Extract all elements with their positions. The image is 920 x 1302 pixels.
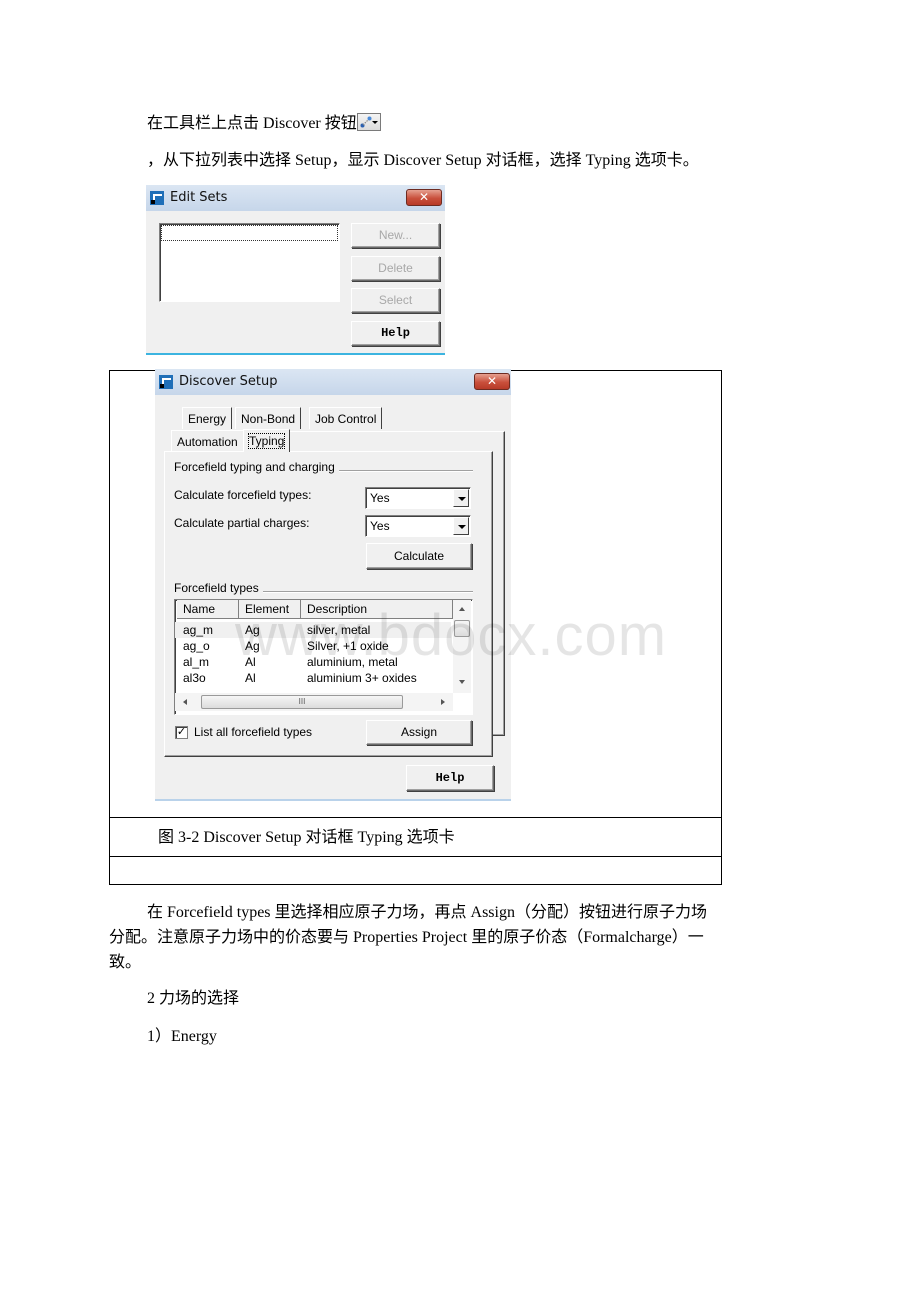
horizontal-scrollbar[interactable]: III: [175, 693, 453, 711]
table-row[interactable]: al_m Al aluminium, metal: [175, 654, 451, 670]
subsection-heading: 1）Energy: [147, 1028, 217, 1045]
edit-sets-dialog: Edit Sets ✕ New... Delete Select Help: [146, 185, 445, 355]
table-row-partial: [175, 686, 451, 691]
tab-energy[interactable]: Energy: [182, 407, 233, 429]
delete-button[interactable]: Delete: [351, 256, 440, 281]
section-heading: 2 力场的选择: [147, 990, 240, 1007]
discover-setup-title: Discover Setup: [179, 374, 278, 389]
chevron-down-icon[interactable]: [453, 517, 469, 535]
column-header-name[interactable]: Name: [177, 600, 239, 619]
body-paragraph-line-2: 分配。注意原子力场中的价态要与 Properties Project 里的原子价…: [109, 929, 704, 946]
chevron-down-icon: [371, 121, 378, 124]
discover-setup-titlebar: Discover Setup ✕: [155, 369, 511, 395]
list-all-checkbox[interactable]: ✓: [175, 726, 188, 739]
calc-charges-value: Yes: [370, 519, 390, 533]
assign-button[interactable]: Assign: [366, 720, 472, 745]
instruction-line-2: ，从下拉列表中选择 Setup，显示 Discover Setup 对话框，选择…: [147, 152, 699, 169]
calc-charges-label: Calculate partial charges:: [174, 516, 310, 530]
calc-charges-select[interactable]: Yes: [365, 515, 471, 537]
forcefield-types-list[interactable]: Name Element Description ag_m Ag silver,…: [174, 599, 473, 715]
list-all-label: List all forcefield types: [194, 725, 313, 739]
app-icon: [150, 191, 164, 205]
close-icon: ✕: [418, 190, 430, 204]
column-header-description[interactable]: Description: [301, 600, 453, 619]
focus-item: [161, 225, 338, 241]
edit-sets-title: Edit Sets: [170, 190, 228, 205]
select-button[interactable]: Select: [351, 288, 440, 313]
tab-non-bond[interactable]: Non-Bond: [235, 407, 302, 429]
help-button[interactable]: Help: [406, 765, 494, 791]
calculate-button[interactable]: Calculate: [366, 543, 472, 569]
table-divider: [110, 817, 721, 818]
scrollbar-thumb[interactable]: [454, 620, 470, 637]
scroll-up-icon[interactable]: [459, 607, 465, 611]
help-button[interactable]: Help: [351, 321, 440, 346]
close-button[interactable]: ✕: [474, 373, 510, 390]
table-row[interactable]: ag_m Ag silver, metal: [175, 622, 451, 638]
discover-toolbar-icon: [360, 116, 372, 128]
instruction-text-1: 在工具栏上点击 Discover 按钮: [147, 115, 357, 132]
table-row[interactable]: ag_o Ag Silver, +1 oxide: [175, 638, 451, 654]
body-paragraph-line-1: 在 Forcefield types 里选择相应原子力场，再点 Assign（分…: [147, 904, 707, 921]
scroll-left-icon[interactable]: [183, 699, 187, 705]
discover-setup-dialog: Discover Setup ✕ Energy Non-Bond Job Con…: [155, 369, 511, 801]
checkmark-icon: ✓: [176, 726, 187, 738]
calc-types-value: Yes: [370, 491, 390, 505]
scroll-right-icon[interactable]: [441, 699, 445, 705]
tab-typing[interactable]: Typing: [243, 429, 291, 452]
tab-automation[interactable]: Automation: [171, 430, 244, 451]
calc-types-label: Calculate forcefield types:: [174, 488, 312, 502]
group-label-typing-charging: Forcefield typing and charging: [174, 460, 339, 474]
scrollbar-thumb[interactable]: III: [201, 695, 403, 709]
body-paragraph-line-3: 致。: [109, 954, 142, 971]
discover-toolbar-button[interactable]: [356, 113, 381, 131]
table-divider: [110, 856, 721, 857]
table-row[interactable]: al3o Al aluminium 3+ oxides: [175, 670, 451, 686]
close-icon: ✕: [486, 374, 498, 388]
chevron-down-icon[interactable]: [453, 489, 469, 507]
tab-job-control[interactable]: Job Control: [309, 407, 383, 429]
vertical-scrollbar[interactable]: [453, 600, 471, 693]
scroll-down-icon[interactable]: [459, 680, 465, 684]
app-icon: [159, 375, 173, 389]
close-button[interactable]: ✕: [406, 189, 442, 206]
column-header-element[interactable]: Element: [239, 600, 301, 619]
sets-listbox[interactable]: [159, 223, 340, 302]
group-label-forcefield-types: Forcefield types: [174, 581, 263, 595]
calc-types-select[interactable]: Yes: [365, 487, 471, 509]
instruction-line-1: 在工具栏上点击 Discover 按钮: [147, 113, 381, 134]
edit-sets-titlebar: Edit Sets ✕: [146, 185, 445, 211]
figure-caption: 图 3-2 Discover Setup 对话框 Typing 选项卡: [158, 829, 455, 846]
new-button[interactable]: New...: [351, 223, 440, 248]
